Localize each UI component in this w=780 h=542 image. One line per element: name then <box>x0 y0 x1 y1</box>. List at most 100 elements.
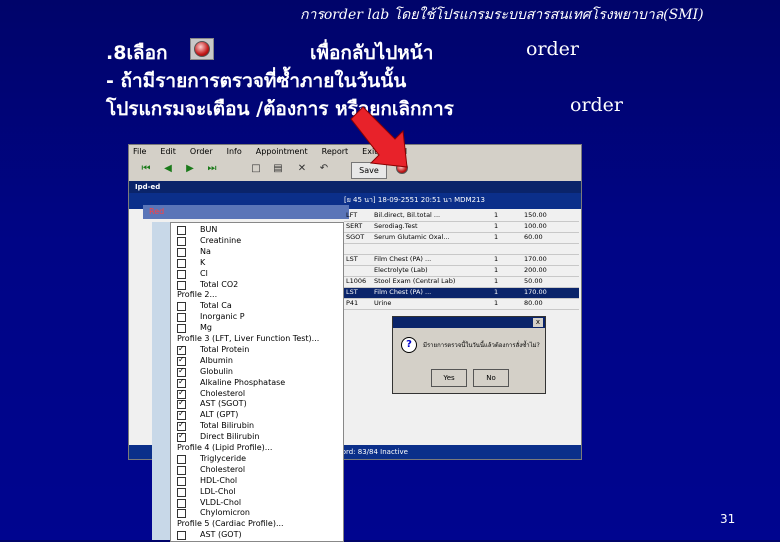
grid-row[interactable]: LST Film Chest (PA) ... 1 170.00 <box>344 255 579 266</box>
test-checkbox[interactable] <box>177 388 186 399</box>
test-checkbox[interactable] <box>177 398 186 410</box>
test-list-item[interactable]: Cl <box>171 269 343 279</box>
undo-icon[interactable]: ↶ <box>317 162 331 176</box>
dialog-close-button[interactable]: x <box>533 318 543 327</box>
menu-item-order[interactable]: Order <box>190 145 213 159</box>
test-list-item[interactable]: Globulin <box>171 366 343 377</box>
test-list-item[interactable]: Total CO2 <box>171 280 343 290</box>
menu-item-appointment[interactable]: Appointment <box>256 145 308 159</box>
test-label: LDL-Chol <box>200 486 236 496</box>
grid-row[interactable]: SERT Serodiag.Test 1 100.00 <box>344 222 579 233</box>
test-list-item[interactable]: AST (SGOT) <box>171 398 343 410</box>
grid-cell: 170.00 <box>524 255 547 263</box>
test-checkbox[interactable] <box>177 269 186 279</box>
test-list-item[interactable]: Direct Bilirubin <box>171 431 343 443</box>
test-checkbox[interactable] <box>177 236 186 246</box>
test-list-item[interactable]: Total Bilirubin <box>171 420 343 432</box>
test-list-item[interactable]: Cholesterol <box>171 465 343 475</box>
grid-row[interactable] <box>344 244 579 255</box>
test-list-item[interactable]: Profile 5 (Cardiac Profile)... <box>171 519 343 529</box>
test-list-item[interactable]: LDL-Chol <box>171 487 343 497</box>
test-label: Total CO2 <box>200 279 239 289</box>
grid-row[interactable]: P41 Urine 1 80.00 <box>344 299 579 310</box>
test-list-item[interactable]: Profile 3 (LFT, Liver Function Test)... <box>171 334 343 344</box>
test-list-item[interactable]: Cholesterol <box>171 388 343 399</box>
grid-cell: 1 <box>494 299 499 307</box>
test-checkbox[interactable] <box>177 487 186 497</box>
test-label: VLDL-Chol <box>200 497 242 507</box>
test-list-item[interactable]: Profile 4 (Lipid Profile)... <box>171 443 343 453</box>
test-checkbox[interactable] <box>177 454 186 464</box>
test-label: Albumin <box>200 355 233 365</box>
test-label: BUN <box>200 225 218 234</box>
grid-row[interactable]: SGOT Serum Glutamic Oxal... 1 60.00 <box>344 233 579 244</box>
grid-cell: SGOT <box>346 233 365 241</box>
first-record-icon[interactable]: ⏮ <box>139 162 153 176</box>
test-list-item[interactable]: Profile 2... <box>171 290 343 300</box>
grid-cell: 60.00 <box>524 233 543 241</box>
test-list-item[interactable]: Total Protein <box>171 344 343 355</box>
test-list-side <box>152 222 170 540</box>
test-label: Inorganic P <box>200 312 245 322</box>
menu-item-info[interactable]: Info <box>227 145 242 159</box>
test-list-item[interactable]: Triglyceride <box>171 454 343 464</box>
test-checkbox[interactable] <box>177 355 186 366</box>
prev-record-icon[interactable]: ◀ <box>161 162 175 176</box>
test-checkbox[interactable] <box>177 324 186 334</box>
test-checkbox[interactable] <box>177 409 186 421</box>
test-list-item[interactable]: Creatinine <box>171 236 343 246</box>
test-checkbox[interactable] <box>177 258 186 268</box>
test-list-item[interactable]: AST (GOT) <box>171 530 343 541</box>
grid-cell: Stool Exam (Central Lab) <box>374 277 456 285</box>
last-record-icon[interactable]: ⏭ <box>205 162 219 176</box>
test-checkbox[interactable] <box>177 226 186 235</box>
menu-item-file[interactable]: File <box>133 145 146 159</box>
grid-cell: 1 <box>494 277 499 285</box>
test-list-item[interactable]: BUN <box>171 225 343 235</box>
slide-title: การorder lab โดยใช้โปรแกรมระบบสารสนเทศโร… <box>300 7 704 23</box>
test-list-item[interactable]: Chylomicron <box>171 508 343 519</box>
yes-button[interactable]: Yes <box>431 369 467 387</box>
test-checkbox[interactable] <box>177 476 186 486</box>
question-icon: ? <box>401 337 417 353</box>
test-checkbox[interactable] <box>177 531 186 541</box>
test-checkbox[interactable] <box>177 344 186 355</box>
grid-row[interactable]: LST Film Chest (PA) ... 1 170.00 <box>344 288 579 299</box>
test-checkbox[interactable] <box>177 247 186 257</box>
test-list-item[interactable]: Na <box>171 247 343 257</box>
test-checkbox[interactable] <box>177 313 186 323</box>
test-checkbox[interactable] <box>177 509 186 519</box>
grid-cell <box>524 244 554 254</box>
test-checkbox[interactable] <box>177 280 186 290</box>
test-checkbox[interactable] <box>177 366 186 377</box>
grid-row[interactable]: Electrolyte (Lab) 1 200.00 <box>344 266 579 277</box>
menu-item-edit[interactable]: Edit <box>160 145 176 159</box>
grid-cell: 50.00 <box>524 277 543 285</box>
test-list-item[interactable]: ALT (GPT) <box>171 409 343 421</box>
next-record-icon[interactable]: ▶ <box>183 162 197 176</box>
test-checkbox[interactable] <box>177 431 186 443</box>
grid-cell <box>554 299 579 309</box>
test-checkbox[interactable] <box>177 377 186 388</box>
instruction-line-1-prefix: .8เลือก <box>106 42 168 64</box>
copy-icon[interactable]: ▤ <box>271 162 285 176</box>
delete-icon[interactable]: ✕ <box>295 162 309 176</box>
test-list-item[interactable]: VLDL-Chol <box>171 498 343 508</box>
add-icon[interactable]: □ <box>249 162 263 176</box>
test-list-item[interactable]: Alkaline Phosphatase <box>171 377 343 388</box>
no-button[interactable]: No <box>473 369 509 387</box>
grid-row[interactable]: LFT Bil.direct, Bil.total ... 1 150.00 <box>344 211 579 222</box>
grid-cell: Film Chest (PA) ... <box>374 288 432 296</box>
test-list-item[interactable]: Mg <box>171 323 343 334</box>
test-list-item[interactable]: Albumin <box>171 355 343 366</box>
test-checkbox[interactable] <box>177 420 186 432</box>
test-checkbox[interactable] <box>177 465 186 475</box>
grid-row[interactable]: L1006 Stool Exam (Central Lab) 1 50.00 <box>344 277 579 288</box>
test-checkbox[interactable] <box>177 302 186 312</box>
test-list-item[interactable]: K <box>171 258 343 268</box>
test-list-item[interactable]: Total Ca <box>171 301 343 312</box>
test-list-item[interactable]: Inorganic P <box>171 312 343 323</box>
test-label: Profile 5 (Cardiac Profile)... <box>177 519 284 529</box>
test-list-item[interactable]: HDL-Chol <box>171 476 343 486</box>
test-checkbox[interactable] <box>177 498 186 508</box>
